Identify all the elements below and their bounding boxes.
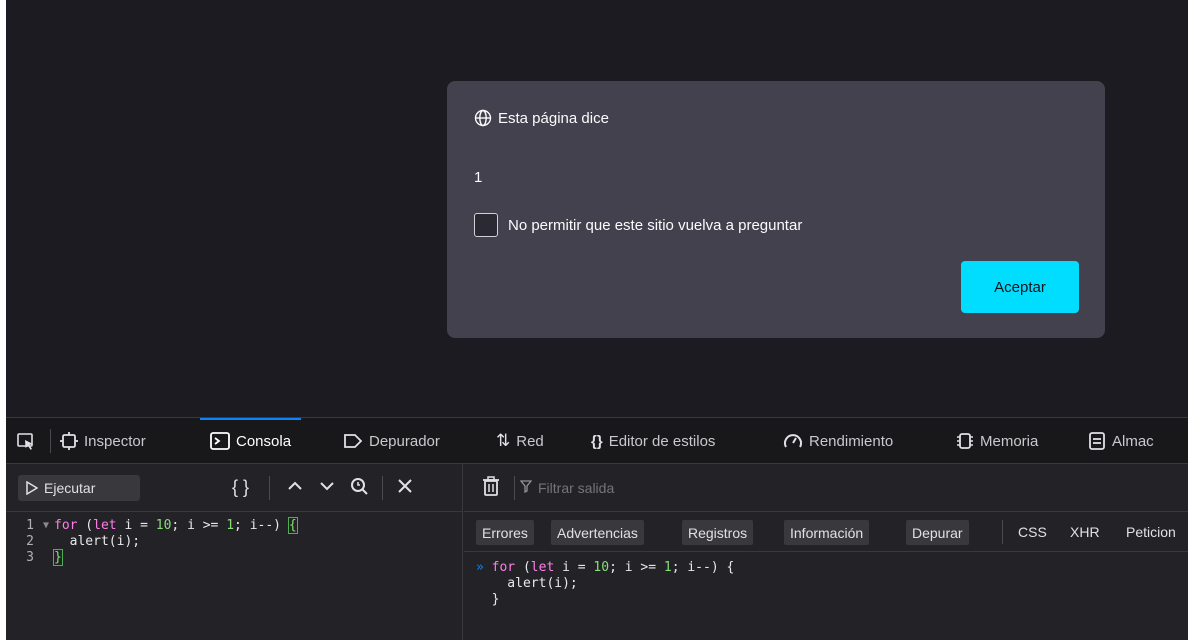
history-search-icon[interactable] — [350, 477, 370, 500]
console-filter-bar: Errores Advertencias Registros Informaci… — [464, 512, 1188, 552]
tab-console-label: Consola — [236, 432, 292, 450]
filter-xhr-button[interactable]: XHR — [1070, 524, 1100, 540]
performance-icon — [783, 432, 803, 450]
storage-icon — [1088, 432, 1106, 450]
tab-style-editor-label: Editor de estilos — [608, 432, 716, 450]
toolbar-separator — [514, 476, 515, 500]
tab-memory-label: Memoria — [980, 432, 1039, 450]
tab-debugger[interactable]: Depurador — [343, 418, 440, 463]
editor-line: 1 ▼ for (let i = 10; i >= 1; i--) { — [6, 517, 463, 534]
editor-line: 2 alert(i); — [6, 534, 463, 550]
dialog-title: Esta página dice — [474, 109, 609, 127]
toolbar-separator — [382, 476, 383, 500]
filter-output-input[interactable] — [516, 476, 916, 500]
filter-separator — [1002, 520, 1003, 544]
trash-icon[interactable] — [482, 476, 500, 501]
style-editor-icon: {} — [591, 432, 603, 450]
dont-ask-again-checkbox[interactable] — [474, 213, 498, 237]
code-editor[interactable]: 1 ▼ for (let i = 10; i >= 1; i--) { 2 al… — [6, 512, 463, 566]
dialog-message: 1 — [474, 169, 483, 186]
dont-ask-again-row[interactable]: No permitir que este sitio vuelva a preg… — [474, 213, 802, 237]
tab-inspector[interactable]: Inspector — [60, 418, 146, 463]
filter-requests-button[interactable]: Peticion — [1126, 524, 1176, 540]
console-message: » for (let i = 10; i >= 1; i--) { — [476, 560, 735, 575]
tab-style-editor[interactable]: {} Editor de estilos — [591, 418, 716, 463]
tab-network-label: Red — [516, 432, 544, 450]
element-picker-icon — [16, 431, 36, 451]
inspector-icon — [60, 432, 78, 450]
console-toolbar — [464, 464, 1188, 512]
tab-storage[interactable]: Almac — [1088, 418, 1154, 463]
accept-button[interactable]: Aceptar — [961, 261, 1079, 313]
tab-separator — [50, 429, 51, 453]
globe-icon — [474, 109, 492, 127]
toolbar-separator — [269, 476, 270, 500]
element-picker-button[interactable] — [16, 418, 36, 463]
network-icon: ⇅ — [496, 431, 511, 450]
filter-warnings-button[interactable]: Advertencias — [551, 520, 644, 545]
tab-debugger-label: Depurador — [369, 432, 440, 450]
editor-line: 3 } — [6, 549, 463, 566]
previous-expression-icon[interactable] — [286, 477, 304, 500]
run-button[interactable]: Ejecutar — [18, 475, 140, 501]
page-viewport: Esta página dice 1 No permitir que este … — [6, 0, 1188, 417]
run-label: Ejecutar — [44, 480, 96, 496]
memory-icon — [956, 432, 974, 450]
close-editor-icon[interactable] — [396, 477, 414, 500]
line-number: 1 — [26, 518, 34, 533]
tab-network[interactable]: ⇅ Red — [496, 418, 544, 463]
filter-logs-button[interactable]: Registros — [682, 520, 754, 545]
dialog-title-text: Esta página dice — [498, 109, 609, 127]
devtools-tabbar: Inspector Consola Depurador ⇅ Red {} Edi… — [6, 417, 1188, 464]
alert-dialog: Esta página dice 1 No permitir que este … — [447, 81, 1105, 338]
dont-ask-again-label[interactable]: No permitir que este sitio vuelva a preg… — [508, 217, 802, 234]
console-message: } — [476, 592, 500, 607]
tab-console[interactable]: Consola — [200, 418, 302, 463]
line-number: 3 — [26, 550, 34, 565]
filter-css-button[interactable]: CSS — [1018, 524, 1047, 540]
next-expression-icon[interactable] — [318, 477, 336, 500]
console-message: alert(i); — [476, 576, 578, 591]
debugger-icon — [343, 433, 363, 449]
tab-performance-label: Rendimiento — [809, 432, 894, 450]
editor-toolbar: Ejecutar { } — [6, 464, 462, 512]
console-output: » for (let i = 10; i >= 1; i--) { alert(… — [464, 552, 1188, 608]
tab-memory[interactable]: Memoria — [956, 418, 1039, 463]
console-output-pane: Errores Advertencias Registros Informaci… — [464, 464, 1188, 640]
filter-info-button[interactable]: Información — [784, 520, 870, 545]
filter-errors-button[interactable]: Errores — [476, 520, 534, 545]
tab-storage-label: Almac — [1112, 432, 1154, 450]
fold-icon[interactable]: ▼ — [38, 518, 54, 534]
filter-debug-button[interactable]: Depurar — [906, 520, 969, 545]
editor-pane: Ejecutar { } 1 ▼ for (let i = 10; i >= 1 — [6, 464, 463, 640]
devtools-panel: Inspector Consola Depurador ⇅ Red {} Edi… — [6, 417, 1188, 640]
tab-performance[interactable]: Rendimiento — [783, 418, 894, 463]
line-number: 2 — [26, 534, 34, 549]
tab-inspector-label: Inspector — [84, 432, 146, 450]
pretty-print-icon[interactable]: { } — [232, 477, 249, 498]
console-icon — [210, 432, 230, 450]
play-icon — [26, 481, 38, 495]
